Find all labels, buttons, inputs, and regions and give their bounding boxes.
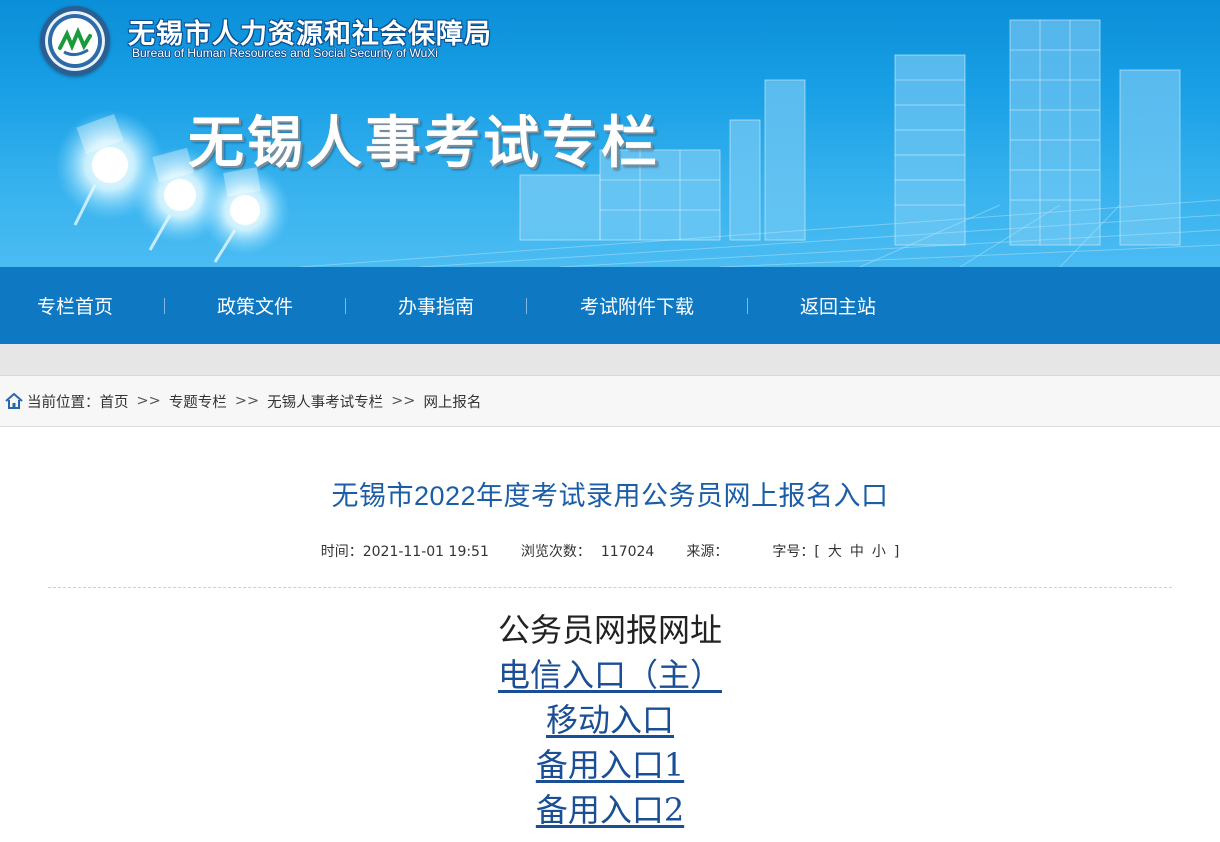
content-divider bbox=[48, 587, 1172, 588]
grey-spacer bbox=[0, 344, 1220, 375]
font-size-large-button[interactable]: 大 bbox=[826, 541, 844, 561]
mobile-entry-link[interactable]: 移动入口 bbox=[546, 698, 674, 743]
nav-item-column-home[interactable]: 专栏首页 bbox=[0, 292, 150, 319]
meta-time-value: 2021-11-01 19:51 bbox=[362, 544, 489, 560]
meta-views-label: 浏览次数： bbox=[520, 544, 591, 560]
meta-time-label: 时间： bbox=[320, 544, 363, 560]
article-meta: 时间：2021-11-01 19:51 浏览次数： 117024 来源： 字号：[ 大中小… bbox=[0, 541, 1220, 561]
breadcrumb-special-topics-link[interactable]: 专题专栏 bbox=[169, 391, 227, 412]
org-name-en: Bureau of Human Resources and Social Sec… bbox=[132, 46, 438, 60]
article-title: 无锡市2022年度考试录用公务员网上报名入口 bbox=[331, 481, 889, 511]
nav-item-service-guide[interactable]: 办事指南 bbox=[346, 292, 526, 319]
breadcrumb-online-registration-link[interactable]: 网上报名 bbox=[423, 391, 481, 412]
banner-title: 无锡人事考试专栏 bbox=[188, 111, 660, 176]
article-content: 公务员网报网址 电信入口（主） 移动入口 备用入口1 备用入口2 bbox=[0, 608, 1220, 833]
breadcrumb-prefix: 当前位置： bbox=[27, 394, 100, 411]
breadcrumb-separator: >> bbox=[391, 393, 416, 409]
nav-item-return-main-site[interactable]: 返回主站 bbox=[748, 292, 928, 319]
content-heading: 公务员网报网址 bbox=[497, 611, 722, 649]
bureau-logo-icon bbox=[40, 6, 110, 76]
meta-bracket-open: [ bbox=[814, 544, 820, 560]
nav-item-policy-documents[interactable]: 政策文件 bbox=[165, 292, 345, 319]
main-nav: 专栏首页 政策文件 办事指南 考试附件下载 返回主站 bbox=[0, 267, 1220, 344]
header-banner: 无锡市人力资源和社会保障局 Bureau of Human Resources … bbox=[0, 0, 1220, 267]
breadcrumb-exam-column-link[interactable]: 无锡人事考试专栏 bbox=[267, 391, 383, 412]
font-size-small-button[interactable]: 小 bbox=[870, 541, 888, 561]
meta-views-value: 117024 bbox=[600, 544, 655, 560]
logo-mark-icon bbox=[58, 26, 92, 57]
backup-entry-2-link[interactable]: 备用入口2 bbox=[536, 788, 684, 833]
nav-item-exam-downloads[interactable]: 考试附件下载 bbox=[527, 292, 747, 319]
breadcrumb-home-link[interactable]: 首页 bbox=[100, 391, 129, 412]
meta-bracket-close: ] bbox=[893, 544, 900, 560]
font-size-medium-button[interactable]: 中 bbox=[848, 541, 866, 561]
meta-font-size-label: 字号： bbox=[772, 544, 815, 560]
backup-entry-1-link[interactable]: 备用入口1 bbox=[536, 743, 684, 788]
home-icon bbox=[5, 393, 23, 409]
breadcrumb-separator: >> bbox=[234, 393, 260, 409]
meta-source-label: 来源： bbox=[686, 544, 729, 560]
breadcrumb: 当前位置： 首页 >> 专题专栏 >> 无锡人事考试专栏 >> 网上报名 bbox=[0, 375, 1220, 427]
telecom-entry-link[interactable]: 电信入口（主） bbox=[498, 653, 722, 698]
breadcrumb-separator: >> bbox=[136, 393, 161, 409]
